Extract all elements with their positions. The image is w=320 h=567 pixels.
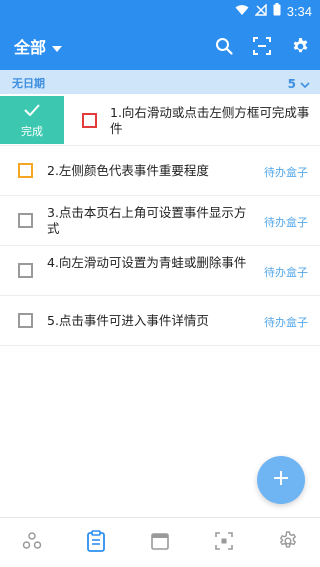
nav-item-tasks[interactable] xyxy=(64,518,128,567)
task-item-4[interactable]: 4.向左滑动可设置为青蛙或删除事件 待办盒子 xyxy=(0,246,320,296)
task-text-1: 1.向右滑动或点击左侧方框可完成事件 xyxy=(110,105,310,136)
focus-icon xyxy=(214,531,234,555)
task-text-2: 2.左侧颜色代表事件重要程度 xyxy=(47,163,209,178)
task-list: 完成 1.向右滑动或点击左侧方框可完成事件 2.左侧颜色代表事件重要程度 待办盒… xyxy=(0,96,320,346)
calendar-icon xyxy=(150,531,170,555)
add-task-button[interactable] xyxy=(257,456,305,504)
task-checkbox-3[interactable] xyxy=(18,213,33,228)
task-category-3: 待办盒子 xyxy=(264,216,308,229)
task-text-5: 5.点击事件可进入事件详情页 xyxy=(47,313,209,328)
plus-icon xyxy=(272,469,290,491)
group-count: 5 xyxy=(287,76,296,91)
task-item-3[interactable]: 3.点击本页右上角可设置事件显示方式 待办盒子 xyxy=(0,196,320,246)
task-checkbox-2[interactable] xyxy=(18,163,33,178)
task-item-5[interactable]: 5.点击事件可进入事件详情页 待办盒子 xyxy=(0,296,320,346)
task-text-4: 4.向左滑动可设置为青蛙或删除事件 xyxy=(47,255,247,270)
group-label: 无日期 xyxy=(12,77,45,90)
task-checkbox-4[interactable] xyxy=(18,263,33,278)
search-icon[interactable] xyxy=(212,34,236,58)
nav-item-circles[interactable] xyxy=(0,518,64,567)
task-item-1[interactable]: 完成 1.向右滑动或点击左侧方框可完成事件 xyxy=(0,96,320,146)
nav-item-focus[interactable] xyxy=(192,518,256,567)
clipboard-icon xyxy=(86,529,106,556)
title-dropdown[interactable]: 全部 xyxy=(14,22,63,70)
complete-swipe-button[interactable]: 完成 xyxy=(0,96,64,144)
nav-item-calendar[interactable] xyxy=(128,518,192,567)
task-category-2: 待办盒子 xyxy=(264,166,308,179)
check-icon xyxy=(24,101,40,120)
wifi-icon xyxy=(235,4,249,19)
task-checkbox-5[interactable] xyxy=(18,313,33,328)
caret-down-icon xyxy=(52,37,63,56)
page-title: 全部 xyxy=(14,38,47,57)
task-text-3: 3.点击本页右上角可设置事件显示方式 xyxy=(47,205,247,236)
task-category-5: 待办盒子 xyxy=(264,316,308,329)
app-actions xyxy=(212,22,312,70)
nav-item-settings[interactable] xyxy=(256,518,320,567)
status-time: 3:34 xyxy=(286,3,312,19)
battery-icon xyxy=(273,3,281,19)
status-icons: 3:34 xyxy=(235,2,312,19)
group-header[interactable]: 无日期 5 xyxy=(0,70,320,94)
circles-icon xyxy=(22,531,42,555)
task-category-4: 待办盒子 xyxy=(264,266,308,279)
status-bar: 3:34 xyxy=(0,0,320,22)
task-item-2[interactable]: 2.左侧颜色代表事件重要程度 待办盒子 xyxy=(0,146,320,196)
group-count-toggle[interactable]: 5 xyxy=(288,74,310,93)
app-bar: 全部 xyxy=(0,22,320,70)
scan-icon[interactable] xyxy=(250,34,274,58)
task-checkbox-1[interactable] xyxy=(82,113,97,128)
settings-icon[interactable] xyxy=(288,34,312,58)
chevron-down-icon xyxy=(300,74,310,93)
bottom-nav xyxy=(0,517,320,567)
complete-swipe-label: 完成 xyxy=(21,125,43,138)
settings-icon xyxy=(278,530,298,555)
cellular-off-icon xyxy=(253,2,267,19)
